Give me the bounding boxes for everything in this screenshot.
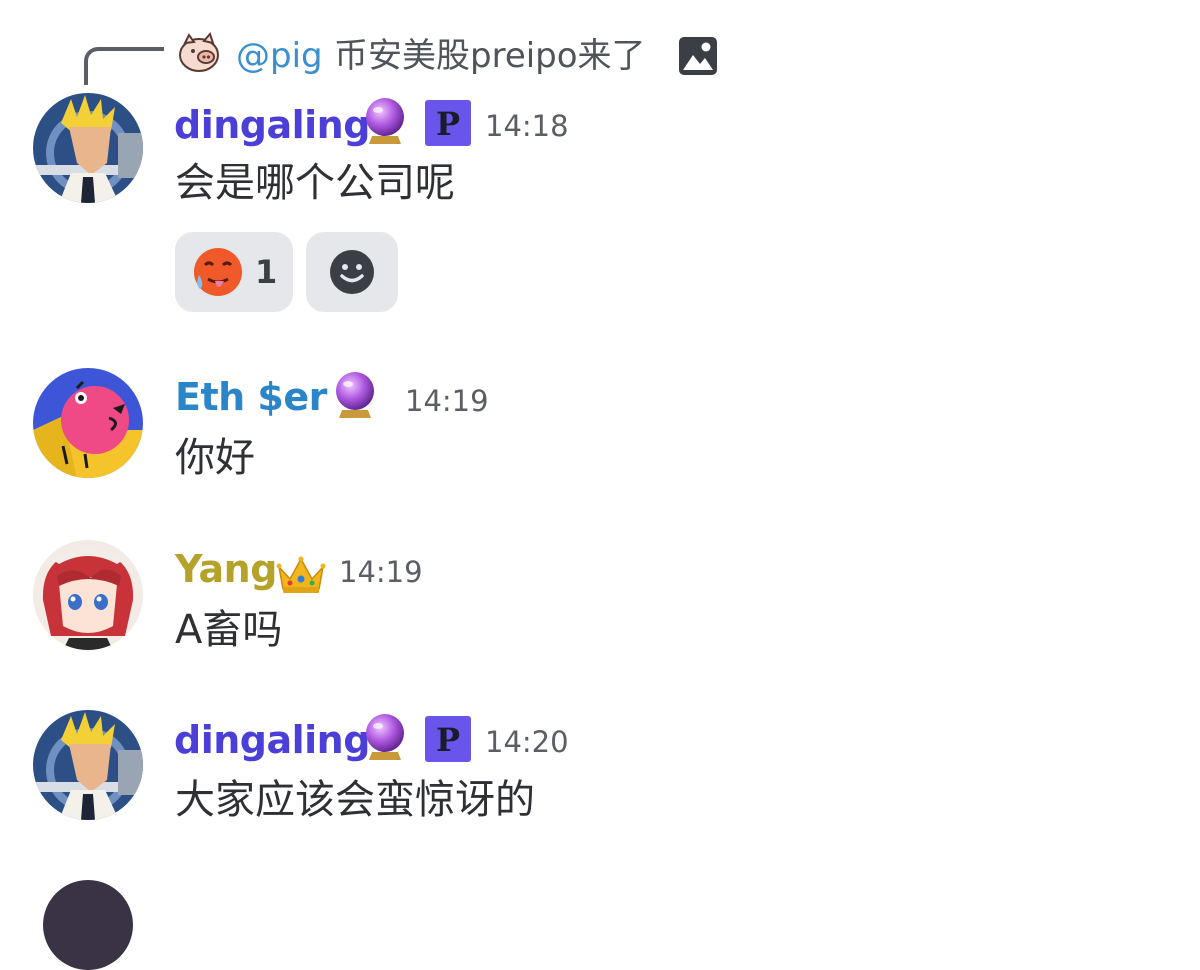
user-avatar-dingaling[interactable] [33,93,143,203]
eth-ser-avatar-icon [33,368,143,478]
dingaling-avatar-icon [33,93,143,203]
timestamp[interactable]: 14:19 [405,381,489,421]
yang-avatar-icon [33,540,143,650]
hot-face-icon [194,248,242,296]
p-badge-icon: P [425,716,471,762]
reply-preview-text[interactable]: 币安美股preipo来了 [334,32,646,80]
message-content: 你好 [175,435,255,481]
message-content: 会是哪个公司呢 [175,160,455,206]
image-attachment-icon [679,37,717,75]
dingaling-avatar-icon [33,710,143,820]
crown-icon [276,556,326,593]
p-badge-icon: P [425,100,471,146]
crystal-ball-icon [366,714,404,760]
timestamp[interactable]: 14:18 [485,106,569,146]
reaction-hot-face[interactable]: 1 [175,232,293,312]
add-reaction-icon [330,250,374,294]
reply-mention[interactable]: @pig [236,32,323,80]
author-name[interactable]: dingaling [174,715,370,765]
svg-text:P: P [436,105,460,143]
pig-avatar-icon[interactable] [176,29,222,75]
svg-text:P: P [436,721,460,759]
crystal-ball-icon [336,372,374,418]
timestamp[interactable]: 14:19 [339,552,423,592]
user-avatar-next[interactable] [43,880,133,970]
timestamp[interactable]: 14:20 [485,722,569,762]
user-avatar-eth-ser[interactable] [33,368,143,478]
author-name[interactable]: Eth $er [175,372,327,422]
message-content: 大家应该会蛮惊讶的 [175,777,535,823]
author-name[interactable]: Yang [175,544,277,594]
reaction-count: 1 [255,253,278,291]
author-name[interactable]: dingaling [174,100,370,150]
user-avatar-yang[interactable] [33,540,143,650]
add-reaction-button[interactable] [306,232,398,312]
reply-spine [84,47,164,85]
message-content: A畜吗 [175,607,283,653]
user-avatar-dingaling[interactable] [33,710,143,820]
crystal-ball-icon [366,98,404,144]
